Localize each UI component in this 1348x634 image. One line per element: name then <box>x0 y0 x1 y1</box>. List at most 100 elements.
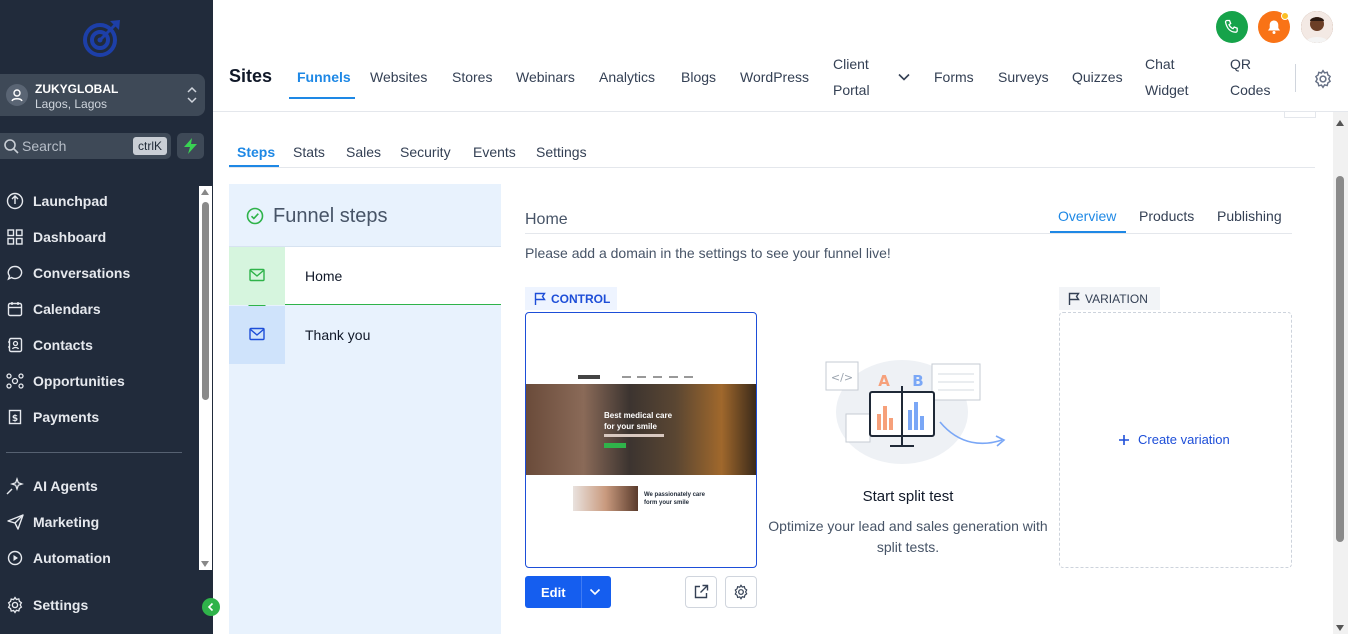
tab-wordpress[interactable]: WordPress <box>740 69 809 85</box>
plus-icon <box>1119 434 1129 445</box>
preview-section: We passionately care form your smile <box>526 483 756 513</box>
svg-text:</>: </> <box>831 371 853 384</box>
mail-icon <box>249 327 265 341</box>
location-icon <box>6 84 28 106</box>
sidebar-item-conversations[interactable]: Conversations <box>6 262 130 284</box>
preview-section-heading: We passionately care form your smile <box>644 492 705 506</box>
tab-sales[interactable]: Sales <box>346 144 381 160</box>
preview-navbar <box>526 371 756 385</box>
sidebar-item-settings[interactable]: Settings <box>6 594 88 616</box>
tab-publishing[interactable]: Publishing <box>1217 208 1282 224</box>
page-title: Sites <box>229 66 273 86</box>
tab-webinars[interactable]: Webinars <box>516 69 575 85</box>
sidebar-item-automation[interactable]: Automation <box>6 547 111 569</box>
tab-settings[interactable]: Settings <box>536 144 587 160</box>
chevron-down-icon[interactable] <box>589 588 601 596</box>
tab-forms[interactable]: Forms <box>934 69 974 85</box>
user-avatar[interactable] <box>1301 11 1333 43</box>
automation-icon <box>6 549 24 567</box>
lightning-icon <box>184 138 197 154</box>
step-settings-button[interactable] <box>725 576 757 608</box>
sidebar-item-label: Launchpad <box>33 193 108 209</box>
scroll-up-arrow-icon[interactable] <box>201 189 209 195</box>
sites-settings-gear-icon[interactable] <box>1313 69 1333 89</box>
tab-client-portal[interactable]: Client Portal <box>833 51 883 103</box>
top-navigation-bar: Sites Funnels Websites Stores Webinars A… <box>213 0 1348 112</box>
phone-button[interactable] <box>1216 11 1248 43</box>
sidebar-item-label: Marketing <box>33 514 100 530</box>
more-tabs-chevron-icon[interactable] <box>897 70 911 84</box>
target-logo-icon[interactable] <box>82 18 122 58</box>
tab-stores[interactable]: Stores <box>452 69 492 85</box>
check-circle-icon <box>246 207 264 225</box>
tab-surveys[interactable]: Surveys <box>998 69 1049 85</box>
step-item-home[interactable]: Home <box>229 247 501 314</box>
scrollbar-thumb[interactable] <box>202 202 209 400</box>
sidebar-item-label: Contacts <box>33 337 93 353</box>
control-label: CONTROL <box>551 291 611 306</box>
sidebar-item-dashboard[interactable]: Dashboard <box>6 226 106 248</box>
gear-icon <box>734 584 748 600</box>
payments-icon: $ <box>6 408 24 426</box>
collapse-sidebar-button[interactable] <box>202 598 220 616</box>
sidebar-item-label: Automation <box>33 550 111 566</box>
tab-steps[interactable]: Steps <box>237 144 275 160</box>
flag-icon <box>1068 292 1080 305</box>
edit-button[interactable]: Edit <box>525 576 611 608</box>
sidebar-item-launchpad[interactable]: Launchpad <box>6 190 108 212</box>
variation-badge: VARIATION <box>1059 287 1160 310</box>
step-detail-title: Home <box>525 211 568 228</box>
scrollbar-thumb[interactable] <box>1336 176 1344 542</box>
send-icon <box>6 513 24 531</box>
tab-stats[interactable]: Stats <box>293 144 325 160</box>
tab-funnels[interactable]: Funnels <box>297 69 351 85</box>
tab-analytics[interactable]: Analytics <box>599 69 655 85</box>
control-page-preview[interactable]: Best medical care for your smile We pass… <box>525 312 757 568</box>
gear-icon <box>6 596 24 614</box>
sidebar-item-ai-agents[interactable]: AI Agents <box>6 475 98 497</box>
funnel-steps-title: Funnel steps <box>273 205 388 227</box>
step-item-thank-you[interactable]: Thank you <box>229 306 501 364</box>
account-location: Lagos, Lagos <box>35 97 108 111</box>
tab-events[interactable]: Events <box>473 144 516 160</box>
scroll-up-arrow-icon[interactable] <box>1336 120 1344 126</box>
create-variation-button[interactable]: Create variation <box>1118 432 1230 447</box>
sidebar-item-contacts[interactable]: Contacts <box>6 334 93 356</box>
account-switcher[interactable]: ZUKYGLOBAL Lagos, Lagos <box>0 74 205 116</box>
scroll-down-arrow-icon[interactable] <box>1336 625 1344 631</box>
step-label: Home <box>305 268 343 284</box>
sidebar-item-marketing[interactable]: Marketing <box>6 511 99 533</box>
variant-a-label: A <box>878 372 890 390</box>
variation-label: VARIATION <box>1085 291 1148 306</box>
chevron-left-icon <box>207 602 214 612</box>
sidebar-item-payments[interactable]: $ Payments <box>6 406 99 428</box>
search-icon <box>3 138 19 154</box>
tab-qr-codes[interactable]: QR Codes <box>1230 51 1276 103</box>
tab-blogs[interactable]: Blogs <box>681 69 716 85</box>
sidebar-item-calendars[interactable]: Calendars <box>6 298 101 320</box>
tab-quizzes[interactable]: Quizzes <box>1072 69 1123 85</box>
quick-action-button[interactable] <box>177 133 204 159</box>
main-scrollbar[interactable] <box>1333 112 1348 634</box>
tab-chat-widget[interactable]: Chat Widget <box>1145 51 1195 103</box>
calendar-icon <box>6 300 24 318</box>
sidebar-scrollbar[interactable] <box>199 186 212 570</box>
tab-products[interactable]: Products <box>1139 208 1194 224</box>
tab-overview[interactable]: Overview <box>1058 208 1116 224</box>
sparkle-icon <box>6 477 24 495</box>
split-test-title: Start split test <box>862 488 954 505</box>
open-external-button[interactable] <box>685 576 717 608</box>
preview-hero-heading: Best medical care for your smile <box>604 411 673 431</box>
detail-tabs-divider <box>525 233 1292 234</box>
sidebar-item-label: Calendars <box>33 301 101 317</box>
sidebar-item-label: Payments <box>33 409 100 425</box>
tab-websites[interactable]: Websites <box>370 69 427 85</box>
sidebar: ZUKYGLOBAL Lagos, Lagos Search ctrlK Lau… <box>0 0 220 634</box>
scroll-down-arrow-icon[interactable] <box>201 561 209 567</box>
sidebar-item-opportunities[interactable]: Opportunities <box>6 370 125 392</box>
edit-label: Edit <box>541 585 566 600</box>
collapsed-panel-handle[interactable] <box>1284 112 1316 118</box>
tab-security[interactable]: Security <box>400 144 451 160</box>
search-input[interactable]: Search ctrlK <box>0 133 171 159</box>
notifications-button[interactable] <box>1258 11 1290 43</box>
